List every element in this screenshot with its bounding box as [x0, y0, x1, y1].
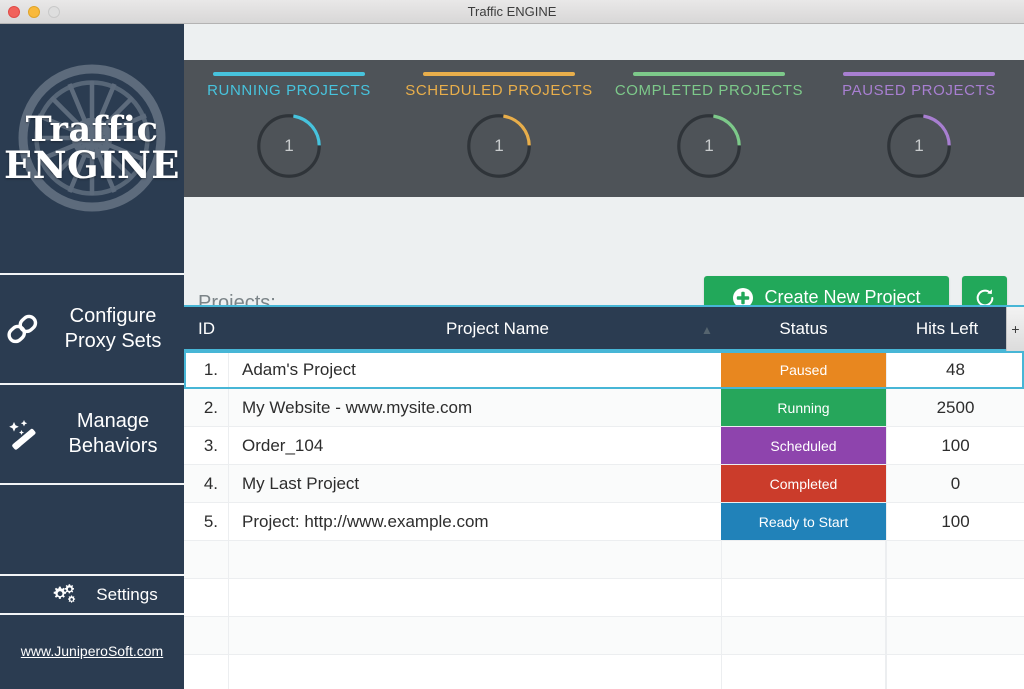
column-header-status[interactable]: Status — [721, 307, 886, 351]
cell-id — [184, 541, 229, 578]
cell-id — [184, 579, 229, 616]
cell-project-name: Project: http://www.example.com — [229, 503, 721, 540]
status-badge: Paused — [721, 351, 886, 388]
stat-accent-bar — [213, 72, 365, 76]
sidebar-item-label: Settings — [96, 584, 167, 605]
sidebar-item-label: Manage Behaviors — [52, 409, 184, 459]
stat-accent-bar — [843, 72, 995, 76]
stat-caption: PAUSED PROJECTS — [814, 82, 1024, 99]
table-row-empty[interactable] — [184, 617, 1024, 655]
cell-id: 2. — [184, 389, 229, 426]
sidebar-item-settings[interactable]: Settings — [0, 576, 184, 613]
cell-hits-left — [886, 579, 1024, 616]
stat-value: 1 — [704, 136, 713, 156]
table-row[interactable]: 2.My Website - www.mysite.comRunning2500 — [184, 389, 1024, 427]
table-row-empty[interactable] — [184, 579, 1024, 617]
sidebar-divider — [0, 483, 184, 485]
status-badge: Scheduled — [721, 427, 886, 464]
stat-card-scheduled: SCHEDULED PROJECTS 1 — [394, 60, 604, 197]
cell-id: 1. — [184, 351, 229, 388]
table-row[interactable]: 3.Order_104Scheduled100 — [184, 427, 1024, 465]
projects-table: ID Project Name ▲ Status Hits Left + 1.A… — [184, 305, 1024, 689]
title-bar: Traffic ENGINE — [0, 0, 1024, 24]
cell-hits-left — [886, 541, 1024, 578]
cell-project-name: My Website - www.mysite.com — [229, 389, 721, 426]
stat-value: 1 — [914, 136, 923, 156]
table-body: 1.Adam's ProjectPaused482.My Website - w… — [184, 351, 1024, 689]
stat-caption: RUNNING PROJECTS — [184, 82, 394, 99]
cell-status — [721, 617, 886, 654]
status-badge: Running — [721, 389, 886, 426]
cell-hits-left: 100 — [886, 503, 1024, 540]
sidebar: Traffic ENGINE Configure Proxy Sets — [0, 24, 184, 689]
cell-hits-left: 0 — [886, 465, 1024, 502]
cell-status — [721, 655, 886, 689]
table-row-empty[interactable] — [184, 541, 1024, 579]
window-title: Traffic ENGINE — [0, 0, 1024, 24]
cell-project-name: Order_104 — [229, 427, 721, 464]
add-column-button[interactable]: + — [1006, 307, 1024, 351]
logo-line-1: Traffic — [4, 112, 180, 148]
gears-icon — [52, 584, 78, 606]
stat-caption: SCHEDULED PROJECTS — [394, 82, 604, 99]
table-row[interactable]: 1.Adam's ProjectPaused48 — [184, 351, 1024, 389]
cell-status — [721, 541, 886, 578]
stat-card-paused: PAUSED PROJECTS 1 — [814, 60, 1024, 197]
cell-id: 3. — [184, 427, 229, 464]
footer-link-label[interactable]: www.JuniperoSoft.com — [21, 643, 163, 659]
table-row[interactable]: 4.My Last ProjectCompleted0 — [184, 465, 1024, 503]
stat-card-running: RUNNING PROJECTS 1 — [184, 60, 394, 197]
stat-card-completed: COMPLETED PROJECTS 1 — [604, 60, 814, 197]
cell-status — [721, 579, 886, 616]
table-row-empty[interactable] — [184, 655, 1024, 689]
cell-project-name: My Last Project — [229, 465, 721, 502]
cell-hits-left: 48 — [886, 351, 1024, 388]
footer-link[interactable]: www.JuniperoSoft.com — [0, 613, 184, 689]
stats-band: RUNNING PROJECTS 1 SCHEDULED PROJECTS 1 — [184, 60, 1024, 197]
stat-value: 1 — [494, 136, 503, 156]
cell-id: 4. — [184, 465, 229, 502]
column-header-hits[interactable]: Hits Left — [886, 307, 1008, 351]
sidebar-item-manage-behaviors[interactable]: Manage Behaviors — [0, 385, 184, 483]
stat-accent-bar — [423, 72, 575, 76]
stat-accent-bar — [633, 72, 785, 76]
stat-caption: COMPLETED PROJECTS — [604, 82, 814, 99]
table-header-row: ID Project Name ▲ Status Hits Left + — [184, 307, 1024, 351]
logo-line-2: ENGINE — [4, 147, 180, 185]
column-header-name[interactable]: Project Name — [229, 307, 766, 351]
logo-text: Traffic ENGINE — [4, 112, 180, 185]
magic-wand-icon — [0, 418, 46, 450]
cell-id: 5. — [184, 503, 229, 540]
status-badge: Ready to Start — [721, 503, 886, 540]
stat-value: 1 — [284, 136, 293, 156]
main-content: RUNNING PROJECTS 1 SCHEDULED PROJECTS 1 — [184, 24, 1024, 689]
cell-project-name — [229, 541, 721, 578]
cell-project-name — [229, 655, 721, 689]
table-row[interactable]: 5.Project: http://www.example.comReady t… — [184, 503, 1024, 541]
cell-hits-left: 2500 — [886, 389, 1024, 426]
cell-project-name — [229, 579, 721, 616]
cell-hits-left — [886, 617, 1024, 654]
sidebar-item-label: Configure Proxy Sets — [52, 304, 184, 354]
cell-hits-left: 100 — [886, 427, 1024, 464]
cell-project-name: Adam's Project — [229, 351, 721, 388]
chain-link-icon — [0, 314, 46, 344]
status-badge: Completed — [721, 465, 886, 502]
cell-id — [184, 655, 229, 689]
app-logo: Traffic ENGINE — [0, 24, 184, 273]
cell-id — [184, 617, 229, 654]
sidebar-item-configure-proxy-sets[interactable]: Configure Proxy Sets — [0, 275, 184, 383]
cell-project-name — [229, 617, 721, 654]
column-header-id[interactable]: ID — [198, 307, 215, 351]
sort-ascending-icon: ▲ — [697, 307, 717, 351]
app-window: Traffic ENGINE Traffic ENGINE — [0, 0, 1024, 689]
cell-hits-left — [886, 655, 1024, 689]
